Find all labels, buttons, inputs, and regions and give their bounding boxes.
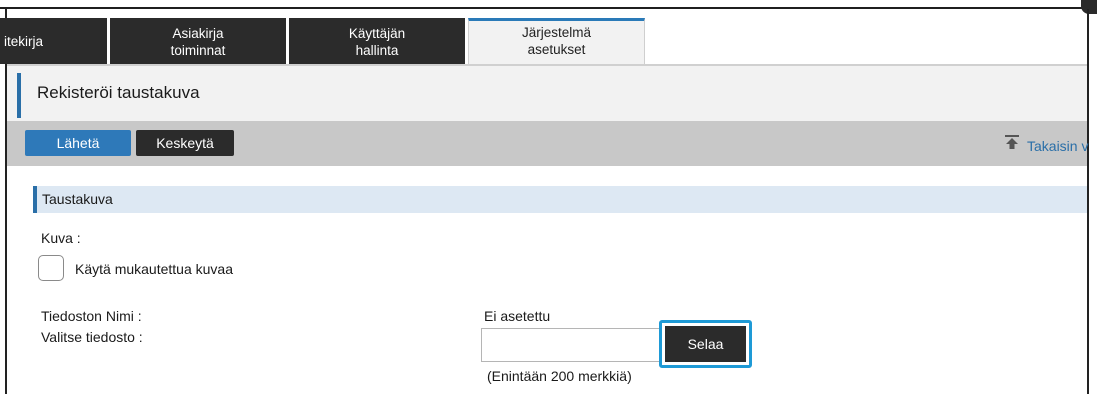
tab-system-settings[interactable]: Järjestelmä asetukset: [468, 18, 645, 65]
file-name-value: Ei asetettu: [484, 308, 551, 324]
tab-label-line2: toiminnat: [170, 43, 226, 58]
tab-label-line1: Käyttäjän: [348, 26, 406, 41]
image-label: Kuva :: [41, 230, 81, 246]
cancel-button[interactable]: Keskeytä: [136, 130, 234, 156]
section-header: [33, 186, 1087, 213]
custom-image-checkbox[interactable]: [38, 255, 64, 281]
tab-address-book[interactable]: itekirja: [0, 18, 107, 64]
page-header-accent: [17, 73, 21, 118]
back-to-top-icon[interactable]: [1003, 133, 1021, 151]
file-name-label: Tiedoston Nimi :: [41, 308, 142, 324]
page-title: Rekisteröi taustakuva: [37, 83, 200, 102]
select-file-label: Valitse tiedosto :: [41, 329, 143, 345]
window-top-border: [0, 0, 1097, 9]
file-path-input[interactable]: [481, 328, 661, 362]
tab-label-line2: hallinta: [355, 43, 399, 58]
send-button[interactable]: Lähetä: [25, 130, 131, 156]
custom-image-checkbox-label[interactable]: Käytä mukautettua kuvaa: [75, 261, 233, 277]
section-title: Taustakuva: [42, 191, 113, 207]
back-link[interactable]: Takaisin v: [1027, 138, 1088, 154]
tab-label-line2: asetukset: [527, 42, 586, 57]
browse-button[interactable]: Selaa: [665, 326, 746, 362]
window-corner: [1081, 0, 1097, 14]
tab-label: itekirja: [4, 34, 44, 49]
section-header-accent: [33, 186, 37, 213]
tab-label-line1: Asiakirja: [172, 26, 224, 41]
tab-user-control[interactable]: Käyttäjän hallinta: [289, 18, 465, 64]
tab-label-line1: Järjestelmä: [521, 25, 592, 40]
frame-right-border: [1087, 9, 1089, 394]
tab-document-operations[interactable]: Asiakirja toiminnat: [110, 18, 286, 64]
max-chars-hint: (Enintään 200 merkkiä): [487, 368, 632, 384]
